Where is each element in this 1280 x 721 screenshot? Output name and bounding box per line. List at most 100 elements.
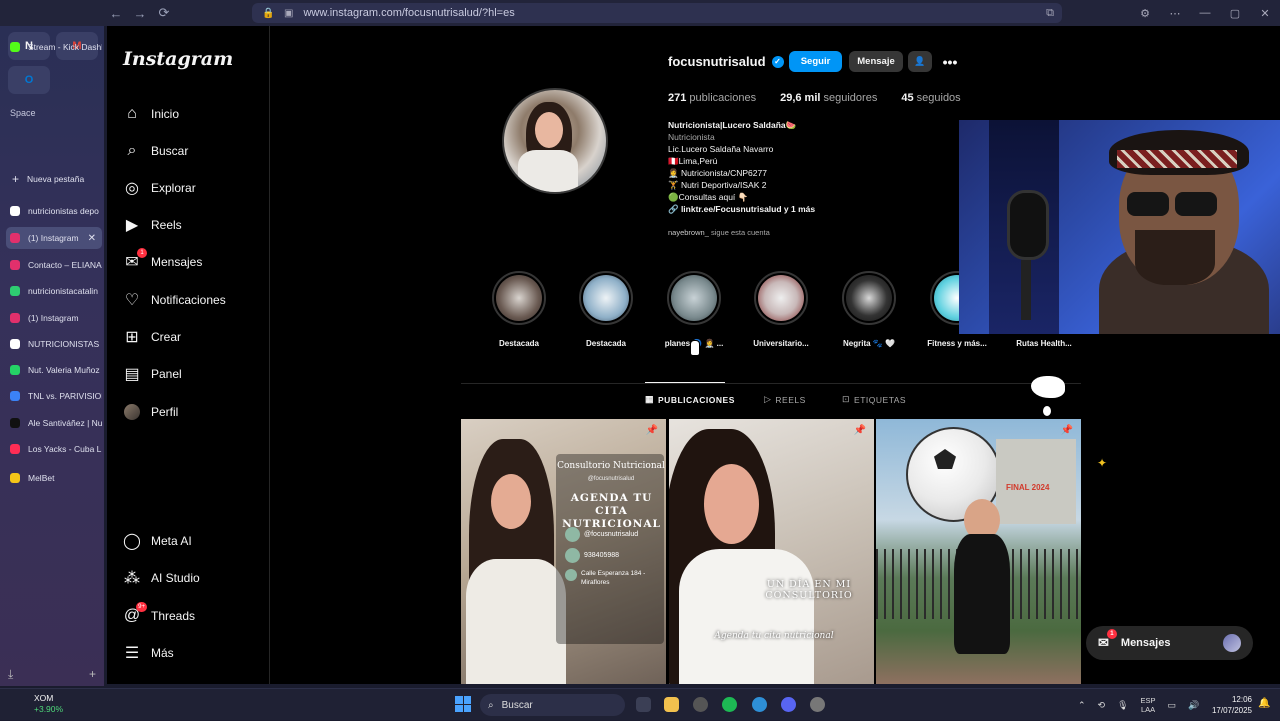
browser-tab[interactable]: Stream - Kick Dashb [6,36,102,58]
app-icon[interactable] [810,697,825,712]
followed-by[interactable]: nayebrown_ sigue esta cuenta [668,228,770,237]
browser-tab[interactable]: Contacto – ELIANA [6,254,102,276]
nav-label: Explorar [151,181,196,195]
avatar [1223,634,1241,652]
post-1[interactable]: Consultorio Nutricional @focusnutrisalud… [461,419,666,684]
forward-icon[interactable]: → [128,1,152,25]
task-view-icon[interactable] [636,697,651,712]
maximize-icon[interactable]: ▢ [1220,7,1250,20]
story-highlight[interactable]: Destacada [484,271,554,348]
following-count[interactable]: 45 seguidos [901,92,960,104]
file-explorer-icon[interactable] [664,697,679,712]
more-icon[interactable]: ⋯ [1160,7,1190,20]
instagram-logo[interactable]: Instagram [123,48,233,70]
browser-tab[interactable]: Nut. Valeria Muñoz [6,359,102,381]
new-tab-button[interactable]: + Nueva pestaña [6,168,102,190]
pinned-icon: 📌 [645,425,658,436]
browser-tab[interactable]: Ale Santiváñez | Nu [6,412,102,434]
nav-label: Crear [151,330,182,344]
reload-icon[interactable]: ⟳ [152,1,176,25]
chevron-up-icon[interactable]: ⌃ [1078,700,1086,711]
browser-tab[interactable]: NUTRICIONISTAS L [6,333,102,355]
browser-tab-label: (1) Instagram [28,313,79,323]
tab-tagged[interactable]: ⊡ ETIQUETAS [842,394,906,405]
notification-bell-icon[interactable]: 🔔 [1258,698,1270,709]
browser-tab[interactable]: MelBet [6,467,102,489]
story-highlight[interactable]: Universitario... [746,271,816,348]
nav-item[interactable]: ✉ 1 Mensajes [123,248,202,274]
messages-popup-button[interactable]: ✉ 1 Mensajes [1086,626,1253,660]
nav-item[interactable]: ♡ Notificaciones [123,288,226,312]
stock-widget[interactable]: XOM +3.90% [10,693,63,715]
back-icon[interactable]: ← [104,1,128,25]
language-indicator[interactable]: ESP LAA [1141,696,1156,714]
suggested-users-icon[interactable]: 👤 [908,51,932,72]
post-1-title: Consultorio Nutricional [557,461,665,471]
nav-item[interactable]: ▤ Panel [123,362,181,386]
discord-icon[interactable] [781,697,796,712]
bio-link[interactable]: 🔗 linktr.ee/Focusnutrisalud y 1 más [668,203,918,215]
browser-tab[interactable]: (1) Instagram ✕ [6,227,102,249]
notification-badge: 1 [137,248,147,258]
browser-tab-label: Los Yacks - Cuba LL [28,444,102,454]
address-bar[interactable]: 🔒 ▣ www.instagram.com/focusnutrisalud/?h… [252,3,1062,23]
nav-item[interactable]: ◎ Explorar [123,176,196,200]
browser-tab[interactable]: nutricionistas depo [6,200,102,222]
bio-line: 🏋️ Nutri Deportiva/ISAK 2 [668,180,767,190]
nav-item[interactable]: ⌂ Inicio [123,102,179,126]
browser-tab[interactable]: Los Yacks - Cuba LL [6,438,102,460]
volume-icon[interactable]: 🔊 [1188,700,1199,711]
pinned-tab-outlook[interactable]: O [8,66,50,94]
reader-icon[interactable]: ⧉ [1046,7,1054,20]
webcam-overlay [959,120,1280,334]
nav-item[interactable]: ⊞ Crear [123,325,181,349]
nav-item[interactable]: ⁂ AI Studio [123,566,200,590]
highlight-cover [842,271,896,325]
network-icon[interactable]: ▭ [1168,700,1177,711]
nav-item[interactable]: ☰ Más [123,641,174,665]
more-options-icon[interactable]: ••• [939,51,961,72]
browser-app-icon[interactable] [693,697,708,712]
extensions-icon[interactable]: ⚙ [1130,7,1160,20]
tabs-divider [461,383,1081,384]
nav-item[interactable]: ◯ Meta AI [123,529,192,553]
url-text[interactable]: www.instagram.com/focusnutrisalud/?hl=es [303,7,1046,19]
story-highlight[interactable]: Destacada [571,271,641,348]
spotify-icon[interactable] [722,697,737,712]
tab-reels[interactable]: ▷ REELS [764,394,806,405]
follow-button[interactable]: Seguir [789,51,842,72]
close-icon[interactable]: ✕ [1250,7,1280,20]
tab-favicon-icon [10,206,20,216]
nav-item[interactable]: Perfil [123,400,178,424]
nav-item[interactable]: @9+ Threads [123,602,196,628]
close-tab-icon[interactable]: ✕ [88,233,96,244]
browser-tab[interactable]: (1) Instagram [6,307,102,329]
search-icon: ⌕ [488,699,494,711]
message-button[interactable]: Mensaje [849,51,903,72]
clock[interactable]: 12:06 17/07/2025 [1208,694,1252,716]
browser-tab[interactable]: TNL vs. PARIVISION [6,385,102,407]
sync-icon[interactable]: ⟲ [1098,700,1106,711]
minimize-icon[interactable]: — [1190,7,1220,19]
profile-picture[interactable] [502,88,608,194]
home-icon: ⌂ [127,105,137,122]
add-space-icon[interactable]: + [89,667,96,681]
story-highlight[interactable]: planes 🔵 👩‍⚕️ ... [659,271,729,348]
site-info-icon[interactable]: ▣ [284,8,293,19]
nav-item[interactable]: ⌕ Buscar [123,139,189,163]
story-highlight[interactable]: Negrita 🐾 🤍 [834,271,904,348]
tab-favicon-icon [10,313,20,323]
nav-item[interactable]: ▶ Reels [123,213,182,237]
followed-by-user: nayebrown_ [668,228,709,237]
nav-label: Threads [151,609,196,623]
download-icon[interactable]: ⤓ [8,667,13,682]
browser-tab[interactable]: nutricionistacatalin [6,280,102,302]
post-3[interactable]: FINAL 2024 📌 [876,419,1081,684]
edge-icon[interactable] [752,697,767,712]
taskbar-search[interactable]: ⌕ Buscar [480,694,625,716]
tab-posts[interactable]: ▦ PUBLICACIONES [645,394,735,405]
mic-icon[interactable]: 🎙 [1117,700,1128,711]
post-2[interactable]: UN DÍA EN MI CONSULTORIO Agenda tu cita n… [669,419,874,684]
start-icon[interactable] [455,696,471,712]
followers-count[interactable]: 29,6 mil seguidores [780,92,877,104]
